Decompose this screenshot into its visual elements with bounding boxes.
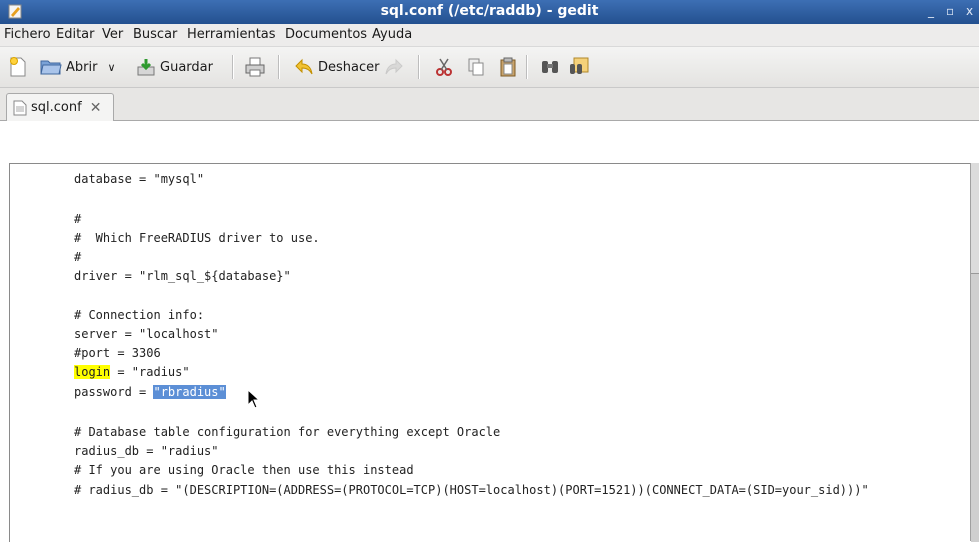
tab-bar: sql.conf ✕ [0,88,979,121]
toolbar: Abrir ∨ Guardar Deshacer [0,47,979,88]
code-text: = "radius" [110,365,190,379]
copy-button[interactable] [466,55,486,79]
code-line: # radius_db = "(DESCRIPTION=(ADDRESS=(PR… [74,483,869,497]
toolbar-separator [526,55,528,79]
find-button[interactable] [540,55,560,79]
paste-icon [500,57,516,77]
code-line: # [74,212,82,226]
search-match-highlight: login [74,365,111,379]
menu-buscar[interactable]: Buscar [133,27,177,42]
code-line: server = "localhost" [74,327,219,341]
text-file-icon [13,100,27,115]
new-document-button[interactable] [8,55,28,79]
menu-editar[interactable]: Editar [56,27,95,42]
menu-documentos[interactable]: Documentos [285,27,367,42]
binoculars-icon [542,61,558,73]
redo-icon [385,58,403,75]
tab-label: sql.conf [31,100,82,115]
maximize-button[interactable]: ▫ [946,4,954,18]
menu-bar: Fichero Editar Ver Buscar Herramientas D… [0,24,979,47]
code-text: password = [74,385,154,399]
close-window-button[interactable]: x [966,4,973,18]
scrollbar-thumb[interactable] [971,273,979,542]
tab-close-icon[interactable]: ✕ [90,100,102,116]
open-label: Abrir [66,59,98,75]
title-bar: sql.conf (/etc/raddb) - gedit _ ▫ x [0,0,979,24]
menu-ayuda[interactable]: Ayuda [372,27,412,42]
printer-icon [245,57,265,77]
mouse-pointer-icon [247,389,261,409]
code-line: # Database table configuration for every… [74,425,501,439]
code-line: #port = 3306 [74,346,161,360]
text-selection: "rbradius" [153,385,226,399]
paste-button[interactable] [498,55,518,79]
undo-icon [295,58,313,75]
scissors-icon [436,58,452,76]
undo-button[interactable]: Deshacer [294,55,379,79]
code-line: database = "mysql" [74,172,205,186]
find-replace-button[interactable] [568,55,590,79]
code-line-password: password = "rbradius" [74,385,226,405]
open-recent-dropdown-icon[interactable]: ∨ [107,61,115,74]
code-line: # Which FreeRADIUS driver to use. [74,231,320,245]
text-editor[interactable]: database = "mysql" # # Which FreeRADIUS … [9,163,971,542]
code-line-login: login = "radius" [74,365,190,385]
vertical-scrollbar[interactable] [970,163,979,542]
save-icon [137,59,155,76]
print-button[interactable] [244,55,266,79]
save-button[interactable]: Guardar [136,55,213,79]
menu-ver[interactable]: Ver [102,27,123,42]
minimize-button[interactable]: _ [928,4,934,18]
menu-herramientas[interactable]: Herramientas [187,27,276,42]
save-label: Guardar [160,59,213,75]
window-title: sql.conf (/etc/raddb) - gedit [380,3,599,19]
code-line: # Connection info: [74,308,205,322]
toolbar-separator [278,55,280,79]
cut-button[interactable] [434,55,454,79]
folder-open-icon [40,60,62,75]
menu-fichero[interactable]: Fichero [4,27,51,42]
code-line: # [74,250,82,264]
code-line: driver = "rlm_sql_${database}" [74,269,291,283]
find-replace-icon [570,57,589,74]
redo-button[interactable] [384,55,404,79]
copy-icon [468,58,484,76]
new-document-icon [10,57,26,77]
code-line: # If you are using Oracle then use this … [74,463,414,477]
open-button[interactable]: Abrir ∨ [40,55,116,79]
toolbar-separator [418,55,420,79]
tab-sql-conf[interactable]: sql.conf ✕ [6,93,114,121]
code-line: radius_db = "radius" [74,444,219,458]
undo-label: Deshacer [318,59,380,75]
toolbar-separator [232,55,234,79]
